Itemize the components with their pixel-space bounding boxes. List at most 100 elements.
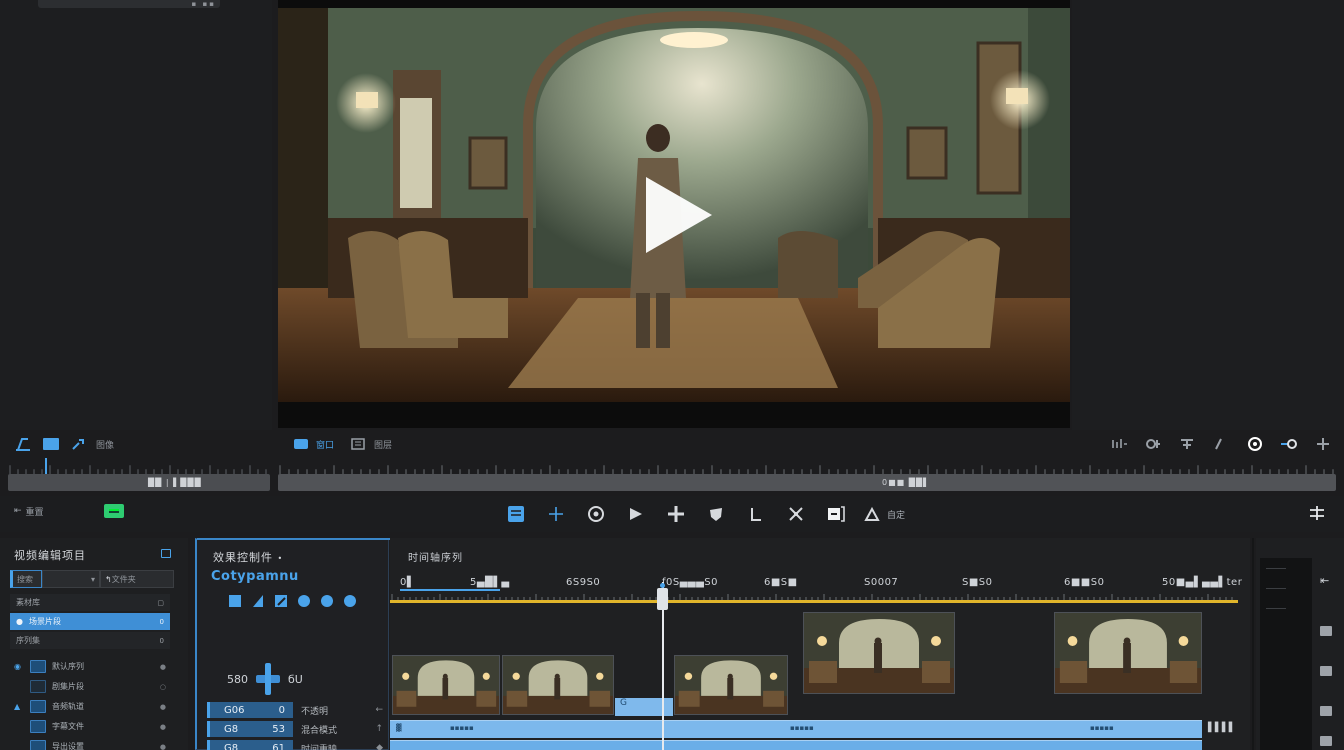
source-time-ruler[interactable] <box>8 458 270 474</box>
transition-clip[interactable]: G <box>615 698 673 716</box>
video-clip[interactable] <box>1054 612 1202 694</box>
project-title: 视频编辑项目 <box>14 549 86 562</box>
circle-icon[interactable] <box>296 593 312 609</box>
panel-pin-icon[interactable] <box>161 549 171 558</box>
timecode-label: 6S9S0 <box>566 577 601 588</box>
pen-icon[interactable] <box>250 593 266 609</box>
keyframe-toggle[interactable]: ◆ <box>376 743 383 750</box>
effect-property-name: 不透明 <box>301 706 329 717</box>
effect-value-field[interactable]: G8 53 <box>207 721 293 737</box>
project-row[interactable]: 序列集 0 <box>10 632 170 649</box>
search-tab[interactable]: 搜索 <box>10 570 42 588</box>
audio-icon[interactable] <box>1108 435 1130 453</box>
custom-button[interactable]: 自定 <box>863 502 905 526</box>
meter-control[interactable] <box>1320 626 1332 636</box>
effects-subtitle: Cotypamnu <box>211 569 299 584</box>
meter-control[interactable] <box>1320 736 1332 746</box>
square-icon[interactable] <box>227 593 243 609</box>
add-edit-icon[interactable] <box>543 502 569 526</box>
effect-scrub-slider[interactable] <box>256 663 280 695</box>
keyframe-toggle[interactable]: ← <box>375 705 383 715</box>
meter-control[interactable] <box>1320 666 1332 676</box>
video-clip[interactable] <box>803 612 955 694</box>
link-icon[interactable] <box>1142 435 1164 453</box>
edit-toolbar: ⇤ 重置 自定 <box>0 496 1344 532</box>
bin-item-label: 默认序列 <box>52 662 84 671</box>
add-icon[interactable] <box>1312 435 1334 453</box>
monitor-icon[interactable] <box>40 435 62 453</box>
timecode-label: S■S0 <box>962 577 993 588</box>
video-clip[interactable] <box>392 655 500 715</box>
viewer-time-ruler[interactable] <box>278 458 1336 474</box>
bin-item-label: 音频轨道 <box>52 702 84 711</box>
custom-label: 自定 <box>887 510 906 521</box>
program-monitor[interactable] <box>278 0 1070 428</box>
angle-icon[interactable] <box>1210 435 1232 453</box>
effect-value-field[interactable]: G8 61 <box>207 740 293 750</box>
marker-add-icon <box>863 502 881 526</box>
view-mode-label: 窗口 <box>316 440 335 451</box>
hand-tool-icon[interactable] <box>703 502 729 526</box>
timeline-ruler[interactable] <box>390 574 1250 614</box>
folder-tab-label: 文件夹 <box>111 574 136 584</box>
effect-field-label: G8 <box>224 742 239 750</box>
text-icon[interactable] <box>1176 435 1198 453</box>
source-time-readout: ██ | ▌███ <box>148 478 202 487</box>
play-icon <box>646 177 712 253</box>
bin-item[interactable]: 字幕文件 ● <box>14 718 170 735</box>
meter-control[interactable] <box>1320 706 1332 716</box>
play-button[interactable] <box>644 175 714 255</box>
source-scrub-bar[interactable]: ██ | ▌███ <box>8 474 270 491</box>
scissors-icon[interactable] <box>783 502 809 526</box>
layer-mode-button[interactable]: 图层 <box>348 435 392 453</box>
bin-item[interactable]: ▲ 音频轨道 ● <box>14 698 170 715</box>
slider-knob[interactable] <box>265 663 271 695</box>
panel-divider[interactable] <box>1252 538 1254 750</box>
view-mode-button[interactable]: 窗口 <box>290 435 334 453</box>
marker-icon[interactable] <box>68 435 90 453</box>
bin-item[interactable]: 导出设置 ● <box>14 738 170 750</box>
search-field[interactable]: ▾ <box>42 570 100 588</box>
playhead-handle[interactable] <box>657 583 668 610</box>
audio-clip-a1[interactable]: ▓ ▪▪▪▪▪ ▪▪▪▪▪ ▪▪▪▪▪ <box>390 720 1202 738</box>
crop-icon[interactable] <box>12 435 34 453</box>
reset-button[interactable]: ⇤ 重置 <box>14 505 44 518</box>
bin-item[interactable]: 剧集片段 ○ <box>14 678 170 695</box>
ripple-tool-icon[interactable] <box>583 502 609 526</box>
eye-icon: ◉ <box>14 662 21 671</box>
ellipse-icon[interactable] <box>319 593 335 609</box>
trim-bracket-icon[interactable] <box>823 502 849 526</box>
adjust-icon[interactable] <box>1306 504 1328 522</box>
bin-item[interactable]: ◉ 默认序列 ● <box>14 658 170 675</box>
project-row-selected[interactable]: ● 场景片段 0 <box>10 613 170 630</box>
dot-icon[interactable] <box>342 593 358 609</box>
razor-tool-icon[interactable] <box>623 502 649 526</box>
bin-item-label: 字幕文件 <box>52 722 84 731</box>
record-button[interactable] <box>103 504 124 518</box>
timecode-label: 0▌ <box>400 577 416 588</box>
settings-icon[interactable] <box>1278 435 1300 453</box>
keyframe-toggle[interactable]: ↑ <box>375 724 383 734</box>
audio-meter <box>1260 558 1312 750</box>
camera-icon[interactable] <box>1244 435 1266 453</box>
video-clip[interactable] <box>674 655 788 715</box>
video-clip[interactable] <box>502 655 614 715</box>
timecode-label: 50■▄▌▄▄▌ter <box>1162 577 1243 588</box>
track-end-time: ▌▌▌▌ <box>1208 723 1236 733</box>
move-tool-icon[interactable] <box>663 502 689 526</box>
project-row-label: 素材库 <box>16 598 40 607</box>
effect-value-field[interactable]: G06 0 <box>207 702 293 718</box>
slip-tool-icon[interactable] <box>743 502 769 526</box>
audio-clip-a2[interactable] <box>390 740 1202 750</box>
record-icon <box>108 509 119 513</box>
viewer-scrub-bar[interactable]: 0■■ ██▌ <box>278 474 1336 491</box>
effect-property-name: 时间重映 <box>301 744 338 750</box>
project-row[interactable]: 素材库 ▢ <box>10 594 170 611</box>
project-row-end: ▢ <box>157 598 164 607</box>
selection-tool-icon[interactable] <box>503 502 529 526</box>
reset-label: 重置 <box>25 507 44 518</box>
collapse-icon[interactable]: ⇤ <box>1320 574 1329 587</box>
bezier-icon[interactable] <box>273 593 289 609</box>
effect-timecode: 580 бU <box>227 663 303 695</box>
folder-tab[interactable]: ↰ 文件夹 <box>100 570 174 588</box>
